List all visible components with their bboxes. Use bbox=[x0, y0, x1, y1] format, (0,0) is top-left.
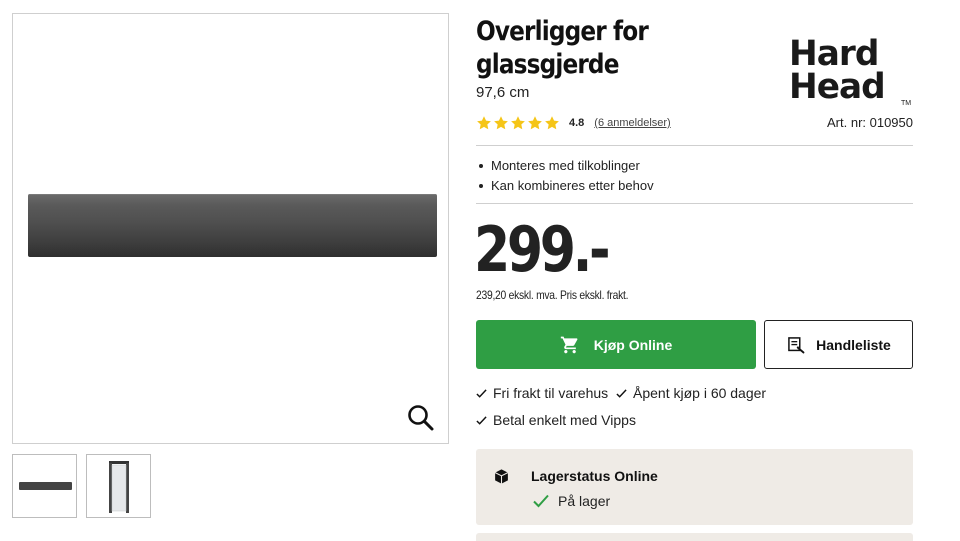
thumbnail-fence[interactable] bbox=[86, 454, 151, 518]
check-icon bbox=[476, 388, 487, 398]
buy-online-label: Kjøp Online bbox=[593, 336, 673, 353]
rating-stars bbox=[476, 115, 560, 131]
check-icon bbox=[476, 415, 487, 425]
rating-row: 4.8 (6 anmeldelser) bbox=[476, 114, 671, 132]
cart-icon bbox=[560, 336, 578, 353]
feature-item: Monteres med tilkoblinger bbox=[476, 156, 654, 176]
perk-vipps: Betal enkelt med Vipps bbox=[476, 412, 636, 428]
product-image-rail bbox=[28, 194, 437, 257]
check-icon bbox=[616, 388, 627, 398]
thumbnail-rail-image bbox=[19, 482, 72, 490]
buy-online-button[interactable]: Kjøp Online bbox=[476, 320, 756, 369]
price-note: 239,20 ekskl. mva. Pris ekskl. frakt. bbox=[476, 288, 629, 302]
star-icon bbox=[494, 116, 508, 130]
star-icon bbox=[528, 116, 542, 130]
stock-status: På lager bbox=[533, 493, 610, 509]
price: 299.- bbox=[474, 213, 611, 286]
stock-status-box: Lagerstatus Online På lager bbox=[476, 449, 913, 525]
product-variant: 97,6 cm bbox=[476, 84, 530, 101]
star-icon bbox=[477, 116, 491, 130]
check-icon bbox=[533, 494, 549, 508]
box-icon bbox=[494, 469, 509, 484]
thumbnail-fence-image bbox=[109, 461, 129, 513]
brand-logo[interactable]: Hard Head TM bbox=[789, 37, 915, 110]
product-image-main[interactable] bbox=[12, 13, 449, 444]
star-icon bbox=[545, 116, 559, 130]
shopping-list-label: Handleliste bbox=[816, 336, 891, 353]
shopping-list-button[interactable]: Handleliste bbox=[764, 320, 913, 369]
article-number: Art. nr: 010950 bbox=[827, 115, 913, 130]
product-title: Overligger for glassgjerde bbox=[476, 16, 649, 80]
star-icon bbox=[511, 116, 525, 130]
zoom-icon[interactable] bbox=[406, 403, 436, 433]
thumbnail-rail[interactable] bbox=[12, 454, 77, 518]
feature-item: Kan kombineres etter behov bbox=[476, 176, 654, 196]
store-stock-box bbox=[476, 533, 913, 541]
reviews-link[interactable]: (6 anmeldelser) bbox=[594, 117, 670, 129]
stock-title: Lagerstatus Online bbox=[531, 468, 658, 484]
perk-free-shipping: Fri frakt til varehus bbox=[476, 385, 608, 401]
perk-open-purchase: Åpent kjøp i 60 dager bbox=[616, 385, 766, 401]
divider bbox=[476, 203, 913, 204]
shopping-list-icon bbox=[788, 336, 805, 353]
rating-value: 4.8 bbox=[569, 117, 585, 129]
feature-list: Monteres med tilkoblinger Kan kombineres… bbox=[476, 156, 654, 196]
divider bbox=[476, 145, 913, 146]
